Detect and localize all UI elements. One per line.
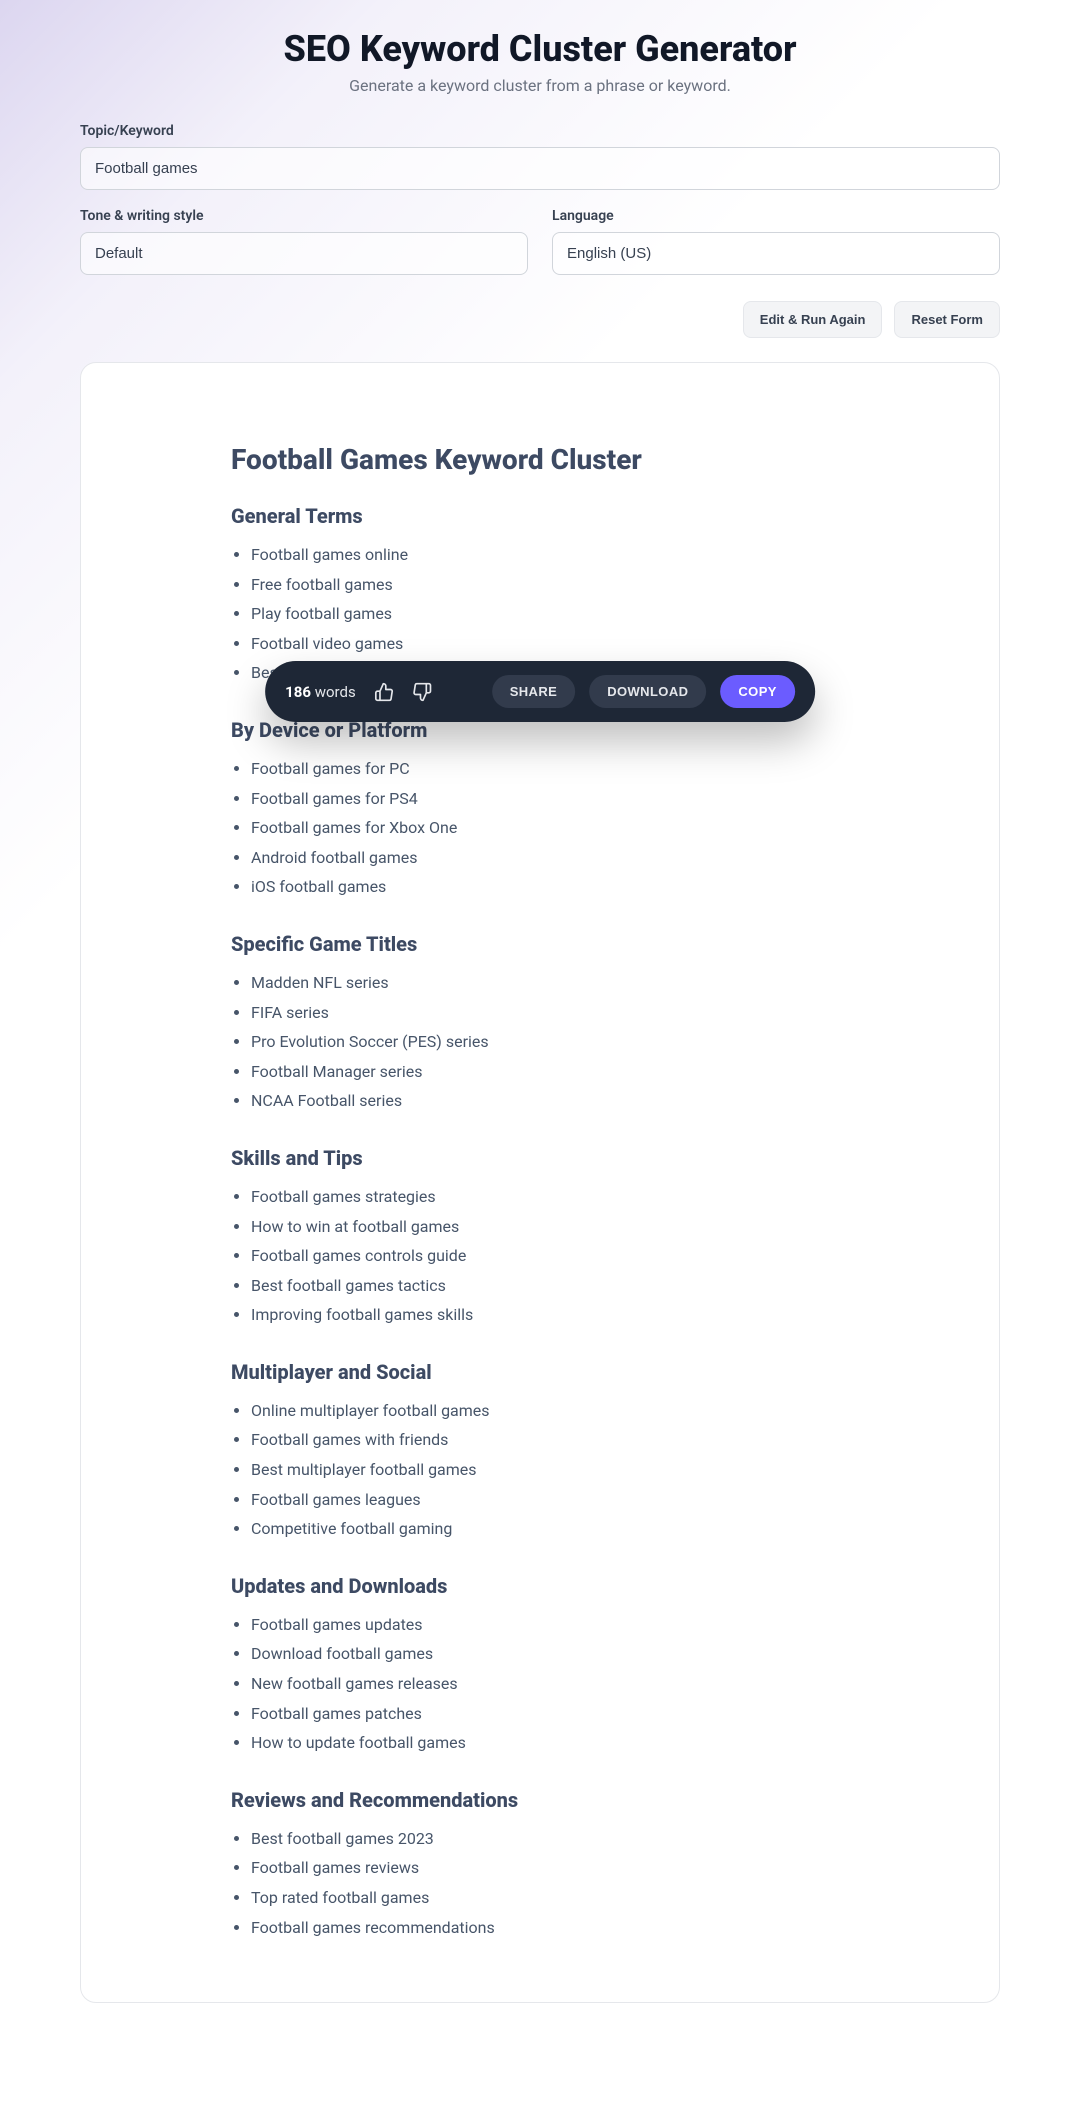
cluster-heading: Reviews and Recommendations — [231, 1788, 849, 1812]
download-button[interactable]: DOWNLOAD — [589, 675, 706, 708]
list-item: Football games controls guide — [251, 1241, 849, 1271]
cluster-heading: Updates and Downloads — [231, 1574, 849, 1598]
cluster-list: Best football games 2023Football games r… — [231, 1824, 849, 1942]
list-item: Football games patches — [251, 1699, 849, 1729]
list-item: Football games leagues — [251, 1485, 849, 1515]
list-item: Football games with friends — [251, 1425, 849, 1455]
list-item: Best football games 2023 — [251, 1824, 849, 1854]
tone-label: Tone & writing style — [80, 208, 528, 224]
list-item: Football games for Xbox One — [251, 813, 849, 843]
cluster-list: Football games strategiesHow to win at f… — [231, 1182, 849, 1330]
list-item: Play football games — [251, 599, 849, 629]
list-item: Top rated football games — [251, 1883, 849, 1913]
list-item: Free football games — [251, 570, 849, 600]
copy-button[interactable]: COPY — [720, 675, 794, 708]
cluster-list: Football games updatesDownload football … — [231, 1610, 849, 1758]
list-item: Android football games — [251, 843, 849, 873]
list-item: Football games for PC — [251, 754, 849, 784]
cluster-list: Madden NFL seriesFIFA seriesPro Evolutio… — [231, 968, 849, 1116]
list-item: iOS football games — [251, 872, 849, 902]
page-subtitle: Generate a keyword cluster from a phrase… — [80, 76, 1000, 95]
list-item: Pro Evolution Soccer (PES) series — [251, 1027, 849, 1057]
page-title: SEO Keyword Cluster Generator — [80, 28, 1000, 70]
cluster-list: Online multiplayer football gamesFootbal… — [231, 1396, 849, 1544]
cluster-heading: Multiplayer and Social — [231, 1360, 849, 1384]
topic-label: Topic/Keyword — [80, 123, 1000, 139]
list-item: Best multiplayer football games — [251, 1455, 849, 1485]
cluster-heading: General Terms — [231, 504, 849, 528]
list-item: Football Manager series — [251, 1057, 849, 1087]
list-item: Football video games — [251, 629, 849, 659]
cluster-heading: Skills and Tips — [231, 1146, 849, 1170]
edit-run-button[interactable]: Edit & Run Again — [743, 301, 883, 338]
cluster-list: Football games for PCFootball games for … — [231, 754, 849, 902]
word-count: 186 words — [285, 683, 356, 701]
list-item: Football games recommendations — [251, 1913, 849, 1943]
tone-input[interactable] — [80, 232, 528, 275]
list-item: Football games strategies — [251, 1182, 849, 1212]
thumbs-down-icon[interactable] — [410, 680, 434, 704]
list-item: Football games updates — [251, 1610, 849, 1640]
list-item: Madden NFL series — [251, 968, 849, 998]
list-item: How to win at football games — [251, 1212, 849, 1242]
list-item: Football games reviews — [251, 1853, 849, 1883]
language-input[interactable] — [552, 232, 1000, 275]
result-card: 186 words SHARE DOWNLOAD COPY Football G… — [80, 362, 1000, 2003]
result-title: Football Games Keyword Cluster — [231, 443, 849, 476]
list-item: FIFA series — [251, 998, 849, 1028]
list-item: Improving football games skills — [251, 1300, 849, 1330]
list-item: Football games for PS4 — [251, 784, 849, 814]
list-item: Competitive football gaming — [251, 1514, 849, 1544]
language-label: Language — [552, 208, 1000, 224]
list-item: NCAA Football series — [251, 1086, 849, 1116]
topic-input[interactable] — [80, 147, 1000, 190]
list-item: Football games online — [251, 540, 849, 570]
list-item: New football games releases — [251, 1669, 849, 1699]
cluster-heading: Specific Game Titles — [231, 932, 849, 956]
list-item: Online multiplayer football games — [251, 1396, 849, 1426]
reset-form-button[interactable]: Reset Form — [894, 301, 1000, 338]
share-button[interactable]: SHARE — [492, 675, 576, 708]
floating-toolbar: 186 words SHARE DOWNLOAD COPY — [265, 661, 815, 722]
list-item: Best football games tactics — [251, 1271, 849, 1301]
list-item: How to update football games — [251, 1728, 849, 1758]
list-item: Download football games — [251, 1639, 849, 1669]
thumbs-up-icon[interactable] — [372, 680, 396, 704]
